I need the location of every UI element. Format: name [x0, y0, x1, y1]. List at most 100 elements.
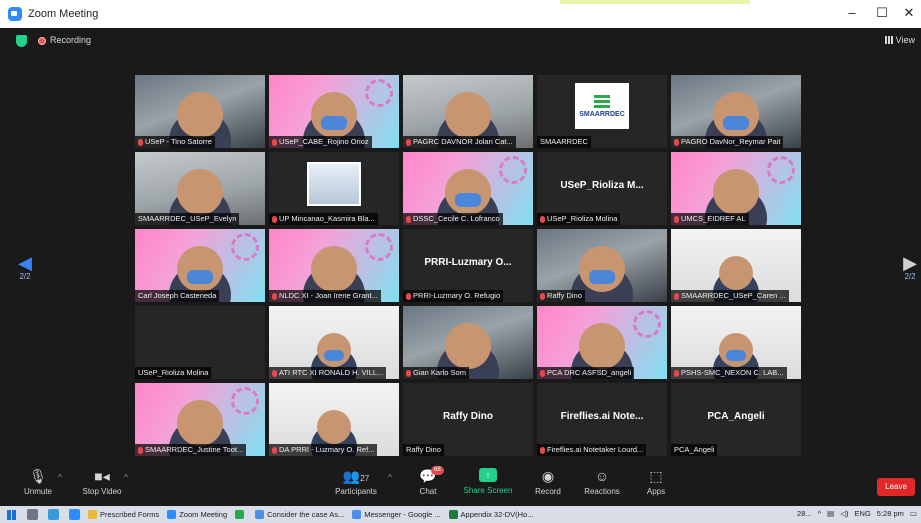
- participant-tile[interactable]: SMAARRDEC_Justine Toot...: [134, 382, 266, 457]
- chat-unread-badge: 68: [431, 466, 444, 475]
- previous-page-arrow-icon[interactable]: ◀: [10, 254, 40, 272]
- participant-tile[interactable]: Gian Karlo Som: [402, 305, 534, 380]
- input-language[interactable]: ENG: [855, 509, 871, 518]
- participant-tile[interactable]: Raffy Dino: [536, 228, 668, 303]
- participant-tile[interactable]: PAGRO DavNor_Reymar Pait: [670, 74, 802, 149]
- app-icon: [352, 510, 362, 519]
- participant-video-feed: [579, 246, 625, 292]
- video-options-caret-icon[interactable]: ^: [124, 473, 128, 482]
- participant-video-feed: [311, 246, 357, 292]
- participant-nameplate: Raffy Dino: [537, 290, 585, 302]
- event-logo-icon: [633, 310, 661, 338]
- tray-caret-icon[interactable]: ^: [818, 509, 822, 518]
- taskbar-app[interactable]: Prescribed Forms: [88, 510, 159, 519]
- windows-taskbar: Prescribed Forms Zoom Meeting Consider the…: [0, 506, 921, 523]
- chat-button[interactable]: 💬 68 Chat: [398, 466, 458, 496]
- apps-button[interactable]: ⬚ Apps: [626, 468, 686, 496]
- volume-icon[interactable]: ◁): [840, 509, 848, 518]
- participant-tile[interactable]: PCA DRC ASFSD_angeli: [536, 305, 668, 380]
- chat-label: Chat: [419, 487, 437, 496]
- participant-name: SMAARRDEC_Justine Toot...: [145, 445, 244, 454]
- apps-icon: ⬚: [649, 468, 663, 484]
- participant-tile[interactable]: USeP_CABE_Rojino Orioz: [268, 74, 400, 149]
- participants-options-caret-icon[interactable]: ^: [388, 473, 392, 482]
- task-view-icon[interactable]: [27, 509, 38, 520]
- network-icon[interactable]: ▤: [827, 509, 834, 518]
- participant-grid: USeP - Tino Satorre USeP_CABE_Rojino Orio…: [134, 74, 804, 457]
- participant-tile[interactable]: USeP_Rioliza Molina: [134, 305, 266, 380]
- record-button[interactable]: ◉ Record: [518, 468, 578, 496]
- participants-button[interactable]: 👥27 Participants: [326, 468, 386, 496]
- clock-time[interactable]: 5:28 pm: [877, 509, 904, 518]
- participant-name: SMAARRDEC_USeP_Caren ...: [681, 291, 786, 300]
- participant-tile[interactable]: UP Mincanao_Kasmira Bla...: [268, 151, 400, 226]
- windows-start-icon[interactable]: [7, 509, 17, 520]
- participant-tile[interactable]: Fireflies.ai Note... Fireflies.ai Notetak…: [536, 382, 668, 457]
- participant-nameplate: SMAARRDEC: [537, 136, 591, 148]
- participant-tile[interactable]: USeP - Tino Satorre: [134, 74, 266, 149]
- participant-tile[interactable]: PAGRC DAVNOR Jolan Cat...: [402, 74, 534, 149]
- previous-page-nav[interactable]: ◀ 2/2: [10, 254, 40, 281]
- participant-video-feed: [177, 169, 223, 215]
- reactions-button[interactable]: ☺ Reactions: [572, 468, 632, 496]
- minimize-button[interactable]: –: [840, 5, 864, 20]
- participant-tile[interactable]: NLDC XI - Joan Irene Grant...: [268, 228, 400, 303]
- maximize-button[interactable]: ☐: [870, 5, 894, 21]
- edge-browser-icon[interactable]: [48, 509, 59, 520]
- participant-name: SMAARRDEC_USeP_Evelyn: [138, 214, 237, 223]
- leave-button[interactable]: Leave: [877, 478, 915, 496]
- participant-nameplate: USeP_Rioliza Molina: [537, 213, 621, 225]
- participant-tile[interactable]: SMAARRDEC_USeP_Evelyn: [134, 151, 266, 226]
- participant-tile[interactable]: PSHS-SMC_NEXON C. LAB...: [670, 305, 802, 380]
- participant-tile[interactable]: ATI RTC XI RONALD H. VILL...: [268, 305, 400, 380]
- audio-options-caret-icon[interactable]: ^: [58, 473, 62, 482]
- left-page-indicator: 2/2: [19, 272, 31, 281]
- participant-video-feed: [445, 323, 491, 369]
- next-page-nav[interactable]: ▶ 2/2: [895, 254, 921, 281]
- participant-nameplate: Carl Joseph Casteneda: [135, 290, 220, 302]
- taskbar-app[interactable]: Zoom Meeting: [167, 510, 227, 519]
- recording-label[interactable]: Recording: [50, 35, 91, 45]
- participant-tile[interactable]: DA PRRI - Luzmary O. Ref...: [268, 382, 400, 457]
- participant-tile[interactable]: UMCS_EIDREF AL: [670, 151, 802, 226]
- taskbar-app[interactable]: [235, 510, 247, 519]
- right-page-indicator: 2/2: [904, 272, 916, 281]
- taskbar-app-label: Zoom Meeting: [179, 510, 228, 519]
- participant-tile[interactable]: SMAARRDEC SMAARRDEC: [536, 74, 668, 149]
- taskbar-app[interactable]: Consider the case As...: [255, 510, 344, 519]
- stop-video-label: Stop Video: [82, 487, 122, 496]
- mic-muted-icon: [540, 215, 545, 223]
- participant-video-feed: [445, 169, 491, 215]
- participant-video-feed: [719, 333, 753, 367]
- close-button[interactable]: ✕: [897, 5, 921, 21]
- participant-nameplate: NLDC XI - Joan Irene Grant...: [269, 290, 381, 302]
- view-button[interactable]: View: [884, 35, 915, 45]
- weather-temp[interactable]: 28...: [797, 509, 812, 518]
- participant-tile[interactable]: SMAARRDEC_USeP_Caren ...: [670, 228, 802, 303]
- stop-video-button[interactable]: ■◂ Stop Video: [72, 468, 132, 496]
- next-page-arrow-icon[interactable]: ▶: [895, 254, 921, 272]
- security-shield-icon[interactable]: [16, 35, 27, 47]
- meeting-top-bar: Recording View: [0, 28, 921, 54]
- participant-tile[interactable]: PCA_Angeli PCA_Angeli: [670, 382, 802, 457]
- mic-muted-icon: [674, 292, 679, 300]
- taskbar-apps: Prescribed Forms Zoom Meeting Consider the…: [80, 510, 534, 519]
- participant-nameplate: PAGRO DavNor_Reymar Pait: [671, 136, 784, 148]
- taskbar-app[interactable]: Appendix 32-DV(Ho...: [448, 510, 534, 519]
- app-icon: [88, 510, 97, 519]
- share-screen-button[interactable]: ↑ Share Screen: [458, 468, 518, 495]
- mic-muted-icon: [272, 215, 277, 223]
- participant-tile[interactable]: PRRI-Luzmary O... PRRI-Luzmary O. Refugio: [402, 228, 534, 303]
- record-label: Record: [535, 487, 561, 496]
- participants-label: Participants: [335, 487, 377, 496]
- taskbar-app[interactable]: Messenger - Google ...: [352, 510, 441, 519]
- notifications-icon[interactable]: ▭: [910, 509, 917, 518]
- participant-tile[interactable]: USeP_Rioliza M... USeP_Rioliza Molina: [536, 151, 668, 226]
- participant-tile[interactable]: DSSC_Cecile C. Lofranco: [402, 151, 534, 226]
- participants-icon: 👥27: [342, 468, 370, 484]
- participant-nameplate: USeP_CABE_Rojino Orioz: [269, 136, 372, 148]
- share-screen-label: Share Screen: [463, 486, 513, 495]
- participant-tile[interactable]: Carl Joseph Casteneda: [134, 228, 266, 303]
- participant-tile[interactable]: Raffy Dino Raffy Dino: [402, 382, 534, 457]
- zoom-taskbar-icon[interactable]: [69, 509, 80, 520]
